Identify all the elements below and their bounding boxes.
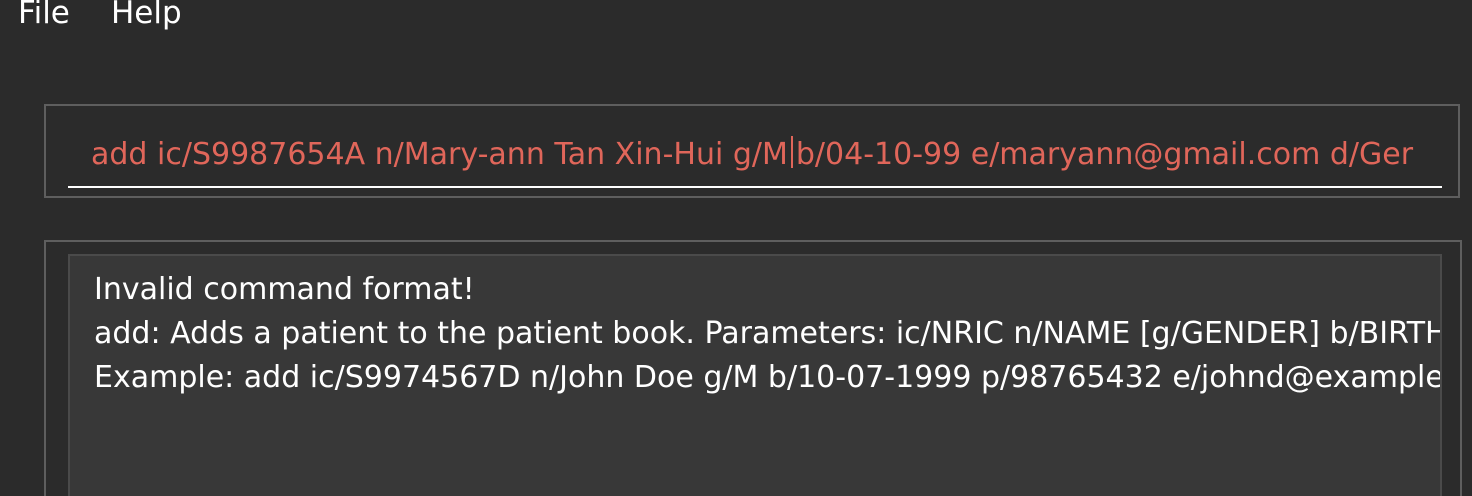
command-text-after-caret: b/04-10-99 e/maryann@gmail.com d/Ger xyxy=(795,137,1414,172)
result-line-error: Invalid command format! xyxy=(94,272,475,307)
result-line-example: Example: add ic/S9974567D n/John Doe g/M… xyxy=(94,360,1442,395)
result-display-panel: Invalid command format! add: Adds a pati… xyxy=(44,240,1462,496)
menu-file[interactable]: File xyxy=(18,0,70,35)
menu-bar: File Help xyxy=(0,0,1472,44)
result-display[interactable]: Invalid command format! add: Adds a pati… xyxy=(68,254,1442,496)
app-window: File Help add ic/S9987654A n/Mary-ann Ta… xyxy=(0,0,1472,496)
command-input[interactable]: add ic/S9987654A n/Mary-ann Tan Xin-Hui … xyxy=(68,116,1442,188)
text-caret xyxy=(790,136,793,168)
result-line-usage: add: Adds a patient to the patient book.… xyxy=(94,316,1442,351)
menu-help[interactable]: Help xyxy=(111,0,182,35)
command-box-panel: add ic/S9987654A n/Mary-ann Tan Xin-Hui … xyxy=(44,104,1460,198)
command-input-text: add ic/S9987654A n/Mary-ann Tan Xin-Hui … xyxy=(91,133,1413,177)
command-text-before-caret: add ic/S9987654A n/Mary-ann Tan Xin-Hui … xyxy=(91,137,788,172)
